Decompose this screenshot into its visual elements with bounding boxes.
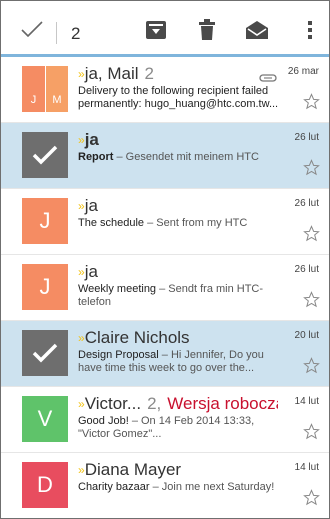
- sender-name: Diana Mayer: [84, 460, 182, 479]
- selection-action-bar: 2: [1, 1, 329, 57]
- message-preview: – Gesendet mit meinem HTC: [113, 151, 259, 163]
- message-row[interactable]: J » ja 26 lut Weekly meeting – Sendt fra…: [1, 255, 329, 321]
- selected-count: 2: [71, 24, 81, 43]
- star-icon[interactable]: [303, 93, 320, 110]
- trash-icon[interactable]: [193, 17, 221, 43]
- message-subject: Design Proposal: [78, 349, 159, 361]
- attachment-icon: [259, 69, 277, 82]
- sender-line: » Diana Mayer: [78, 459, 278, 481]
- avatar[interactable]: J: [22, 264, 68, 310]
- email-app-screen: 2 J M » ja, Mail 2 26 mar Delivery to th…: [0, 0, 330, 519]
- message-snippet: Delivery to the following recipient fail…: [78, 85, 286, 111]
- priority-icon: »: [78, 463, 84, 477]
- message-subject: Charity bazaar: [78, 481, 150, 493]
- priority-icon: »: [78, 199, 84, 213]
- sender-line: » ja, Mail 2: [78, 63, 278, 85]
- sender-line: » ja: [78, 195, 278, 217]
- message-snippet: Good Job! – On 14 Feb 2014 13:33, "Victo…: [78, 415, 286, 441]
- message-date: 26 mar: [287, 66, 319, 77]
- sender-name: ja: [84, 262, 98, 281]
- message-row[interactable]: D » Diana Mayer 14 lut Charity bazaar – …: [1, 453, 329, 518]
- message-date: 14 lut: [294, 462, 319, 473]
- message-row[interactable]: V » Victor... 2, Wersja robocza 14 lut G…: [1, 387, 329, 453]
- sender-line: » Victor... 2, Wersja robocza: [78, 393, 278, 415]
- message-snippet: Design Proposal – Hi Jennifer, Do you ha…: [78, 349, 286, 375]
- message-row[interactable]: J » ja 26 lut The schedule – Sent from m…: [1, 189, 329, 255]
- avatar[interactable]: V: [22, 396, 68, 442]
- toolbar-divider: [56, 22, 57, 44]
- draft-label: Wersja robocza: [167, 394, 278, 413]
- message-row[interactable]: » ja 26 lut Report – Gesendet mit meinem…: [1, 123, 329, 189]
- sender-name: ja: [84, 196, 98, 215]
- message-date: 20 lut: [294, 330, 319, 341]
- avatar[interactable]: D: [22, 462, 68, 508]
- overflow-menu-icon[interactable]: [296, 17, 324, 43]
- selected-avatar[interactable]: [22, 330, 68, 376]
- sender-name: ja, Mail: [84, 64, 139, 83]
- message-date: 26 lut: [294, 198, 319, 209]
- sender-name: ja: [84, 130, 99, 149]
- message-date: 26 lut: [294, 132, 319, 143]
- message-subject: The schedule: [78, 217, 145, 229]
- selected-avatar[interactable]: [22, 132, 68, 178]
- thread-count: 2,: [147, 394, 162, 413]
- message-subject: Weekly meeting: [78, 283, 157, 295]
- message-date: 14 lut: [294, 396, 319, 407]
- priority-icon: »: [78, 67, 84, 81]
- star-icon[interactable]: [303, 159, 320, 176]
- mark-read-icon[interactable]: [243, 17, 271, 43]
- avatar-initial: M: [45, 66, 68, 112]
- priority-icon: »: [78, 331, 84, 345]
- check-icon: [32, 145, 58, 165]
- archive-icon[interactable]: [142, 17, 170, 43]
- star-icon[interactable]: [303, 423, 320, 440]
- message-snippet: Charity bazaar – Join me next Saturday!: [78, 481, 286, 494]
- star-icon[interactable]: [303, 357, 320, 374]
- message-row[interactable]: » Claire Nichols 20 lut Design Proposal …: [1, 321, 329, 387]
- priority-icon: »: [78, 397, 84, 411]
- message-row[interactable]: J M » ja, Mail 2 26 mar Delivery to the …: [1, 57, 329, 123]
- thread-count: 2: [144, 64, 155, 83]
- star-icon[interactable]: [303, 291, 320, 308]
- avatar-initial: J: [22, 66, 45, 112]
- sender-name: Claire Nichols: [84, 328, 190, 347]
- star-icon[interactable]: [303, 489, 320, 506]
- star-icon[interactable]: [303, 225, 320, 242]
- message-snippet: Report – Gesendet mit meinem HTC: [78, 151, 286, 164]
- sender-line: » ja: [78, 129, 278, 151]
- message-subject: Good Job!: [78, 415, 129, 427]
- message-snippet: Weekly meeting – Sendt fra min HTC-telef…: [78, 283, 286, 309]
- message-subject: Delivery to the following recipient fail…: [78, 85, 279, 110]
- message-preview: – Sent from my HTC: [144, 217, 248, 229]
- message-preview: – Join me next Saturday!: [149, 481, 275, 493]
- message-snippet: The schedule – Sent from my HTC: [78, 217, 286, 230]
- sender-line: » ja: [78, 261, 278, 283]
- sender-line: » Claire Nichols: [78, 327, 278, 349]
- message-date: 26 lut: [294, 264, 319, 275]
- avatar[interactable]: J: [22, 198, 68, 244]
- priority-icon: »: [78, 133, 84, 147]
- avatar[interactable]: J M: [22, 66, 68, 112]
- check-icon[interactable]: [21, 21, 43, 38]
- priority-icon: »: [78, 265, 84, 279]
- sender-name: Victor...: [84, 394, 142, 413]
- message-subject: Report: [78, 151, 114, 163]
- check-icon: [32, 343, 58, 363]
